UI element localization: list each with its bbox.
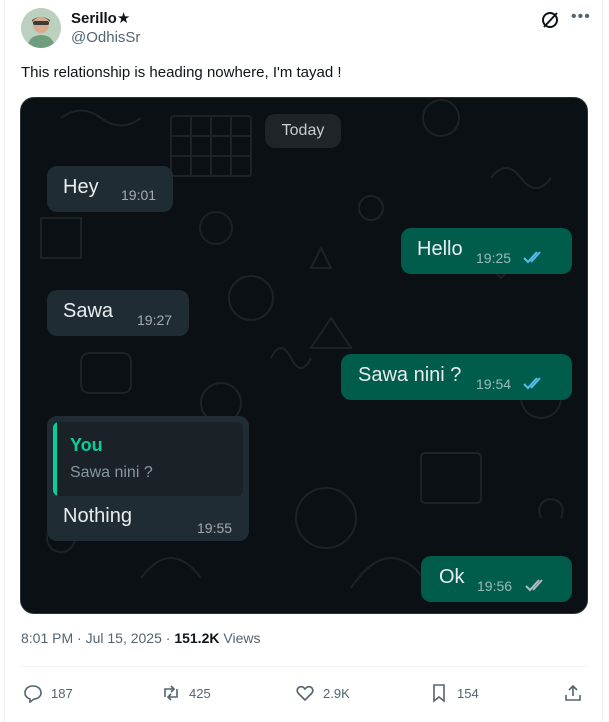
message-bubble-outgoing[interactable]: Hello 19:25	[401, 228, 572, 274]
message-text: Hey	[63, 176, 99, 198]
chat-screenshot-image[interactable]: Today Hey 19:01 Hello 19:25 Sawa 19:27 S…	[20, 97, 588, 614]
author-name[interactable]: Serillo★	[71, 9, 130, 27]
more-options-icon[interactable]: •••	[571, 8, 591, 26]
message-text: Nothing	[63, 505, 132, 527]
message-time: 19:25	[476, 250, 512, 266]
post-text: This relationship is heading nowhere, I'…	[21, 64, 342, 81]
like-count: 2.9K	[323, 685, 350, 701]
views-label: Views	[223, 630, 261, 646]
views-count: 151.2K	[174, 630, 220, 646]
reply-button[interactable]: 187	[23, 683, 73, 703]
message-text: Sawa nini ?	[358, 364, 462, 386]
message-time: 19:56	[477, 578, 513, 594]
quoted-message[interactable]: You Sawa nini ?	[53, 422, 243, 496]
read-ticks-icon	[523, 251, 541, 264]
quoted-text: Sawa nini ?	[70, 464, 153, 481]
post-meta: 8:01 PM · Jul 15, 2025 · 151.2K Views	[21, 630, 261, 646]
repost-button[interactable]: 425	[161, 683, 211, 703]
author-handle[interactable]: @OdhisSr	[71, 29, 140, 46]
divider	[21, 666, 587, 667]
message-bubble-incoming[interactable]: Sawa 19:27	[47, 290, 189, 336]
read-ticks-icon	[523, 377, 541, 390]
grok-icon[interactable]	[540, 10, 560, 30]
avatar[interactable]	[21, 8, 61, 48]
post-timestamp[interactable]: 8:01 PM · Jul 15, 2025	[21, 630, 162, 646]
message-bubble-outgoing[interactable]: Ok 19:56	[421, 556, 572, 602]
bookmark-count: 154	[457, 685, 479, 701]
bookmark-icon	[433, 684, 445, 703]
quote-accent-bar	[53, 422, 57, 496]
reply-count: 187	[51, 685, 73, 701]
message-time: 19:55	[197, 520, 233, 536]
delivered-ticks-icon	[525, 579, 543, 592]
message-time: 19:54	[476, 376, 512, 392]
date-chip: Today	[265, 114, 341, 148]
message-text: Hello	[417, 238, 463, 260]
message-text: Ok	[439, 566, 465, 588]
message-bubble-incoming[interactable]: Hey 19:01	[47, 166, 173, 212]
message-bubble-incoming-reply[interactable]: You Sawa nini ? Nothing 19:55	[47, 416, 249, 541]
message-time: 19:01	[121, 187, 157, 203]
quoted-author: You	[70, 435, 103, 455]
message-text: Sawa	[63, 300, 114, 322]
message-bubble-outgoing[interactable]: Sawa nini ? 19:54	[341, 354, 572, 400]
repost-icon	[164, 685, 178, 701]
like-button[interactable]: 2.9K	[295, 683, 350, 703]
message-time: 19:27	[137, 312, 173, 328]
share-icon	[565, 684, 581, 701]
reply-icon	[24, 685, 42, 703]
heart-icon	[296, 685, 314, 702]
share-button[interactable]	[563, 683, 591, 703]
repost-count: 425	[189, 685, 211, 701]
bookmark-button[interactable]: 154	[429, 683, 479, 703]
tweet-card: Serillo★ @OdhisSr ••• This relationship …	[4, 0, 603, 722]
